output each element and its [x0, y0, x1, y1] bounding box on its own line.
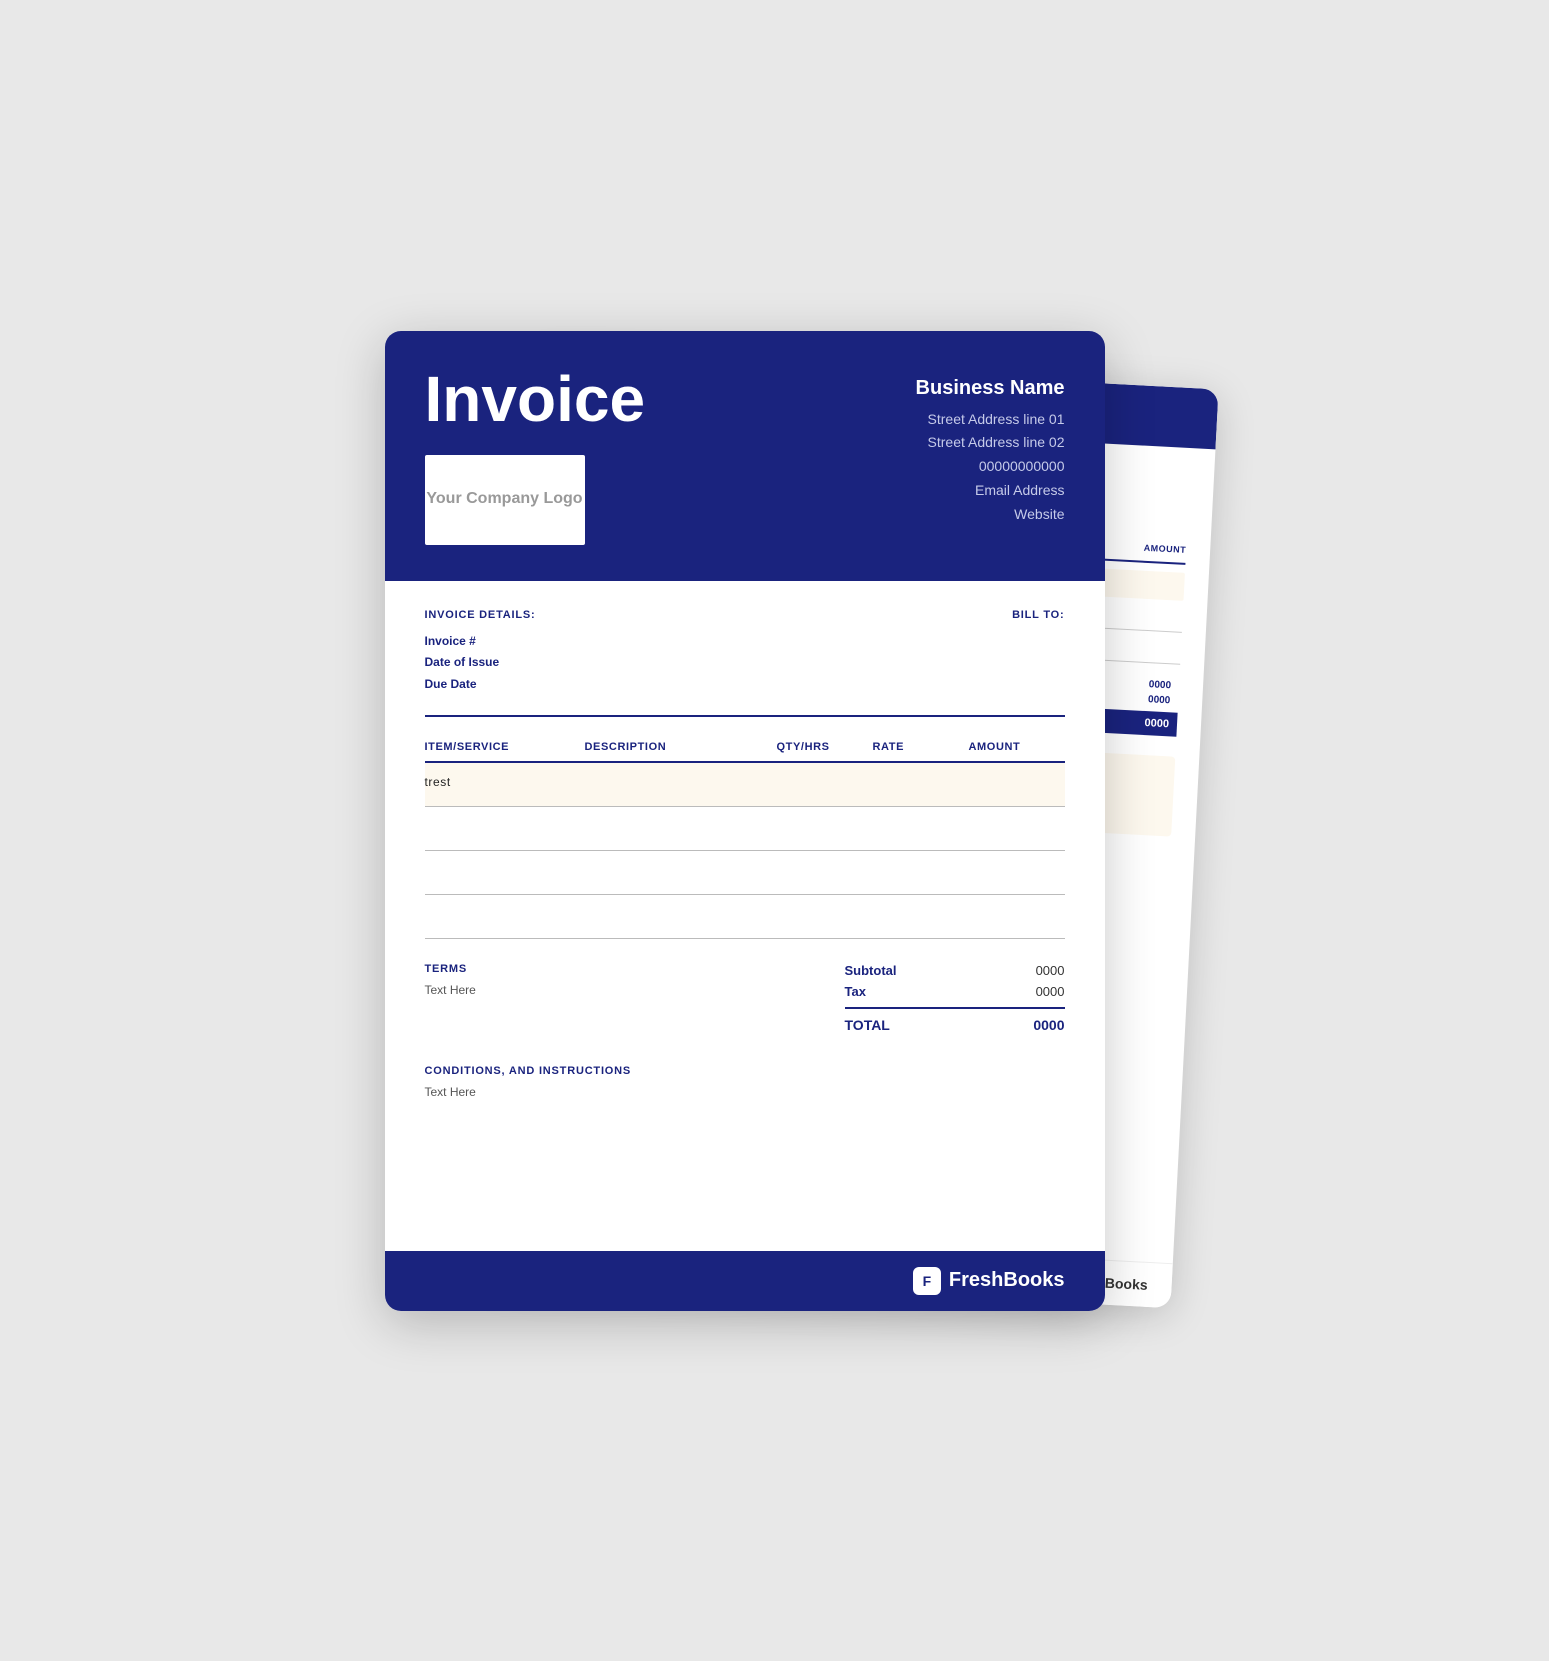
invoice-card-front: Invoice Your Company Logo Business Name …: [385, 331, 1105, 1311]
row2-amount: [969, 819, 1065, 838]
divider-1: [425, 715, 1065, 717]
row3-amount: [969, 863, 1065, 882]
business-info: Street Address line 01 Street Address li…: [916, 408, 1065, 527]
back-total-value: 0000: [1144, 717, 1169, 730]
row1-rate: [873, 775, 969, 794]
business-name: Business Name: [916, 377, 1065, 400]
subtotal-row: Subtotal 0000: [845, 963, 1065, 978]
back-tax-value: 0000: [1147, 694, 1170, 706]
row4-qty: [777, 907, 873, 926]
freshbooks-text: FreshBooks: [949, 1269, 1065, 1292]
items-table: ITEM/SERVICE DESCRIPTION QTY/HRS RATE AM…: [425, 741, 1065, 939]
tax-row: Tax 0000: [845, 984, 1065, 999]
front-footer: F FreshBooks: [385, 1251, 1105, 1311]
row4-item: [425, 907, 585, 926]
invoice-details-left: INVOICE DETAILS: Invoice # Date of Issue…: [425, 609, 536, 696]
due-date-label: Due Date: [425, 674, 536, 696]
total-final-row: TOTAL 0000: [845, 1017, 1065, 1033]
row3-qty: [777, 863, 873, 882]
back-subtotal-value: 0000: [1148, 679, 1171, 691]
terms-label: TERMS: [425, 963, 476, 975]
row3-rate: [873, 863, 969, 882]
invoice-title: Invoice: [425, 367, 646, 431]
col-desc-header: DESCRIPTION: [585, 741, 777, 753]
row2-desc: [585, 819, 777, 838]
table-row-2: [425, 807, 1065, 851]
table-row-3: [425, 851, 1065, 895]
row1-item: trest: [425, 775, 585, 794]
row3-item: [425, 863, 585, 882]
totals-section: Subtotal 0000 Tax 0000 TOTAL 0000: [845, 963, 1065, 1033]
row1-qty: [777, 775, 873, 794]
invoice-details-label: INVOICE DETAILS:: [425, 609, 536, 621]
col-item-header: ITEM/SERVICE: [425, 741, 585, 753]
details-section: INVOICE DETAILS: Invoice # Date of Issue…: [425, 609, 1065, 696]
invoice-number-label: Invoice #: [425, 631, 536, 653]
scene: INVOICE DETAILS: Invoice # 0000 Date of …: [385, 331, 1165, 1331]
email: Email Address: [916, 479, 1065, 503]
table-row-1: trest: [425, 763, 1065, 807]
conditions-text: Text Here: [425, 1085, 1065, 1099]
address-line1: Street Address line 01: [916, 408, 1065, 432]
row4-desc: [585, 907, 777, 926]
terms-section: TERMS Text Here: [425, 963, 476, 1033]
table-header-row: ITEM/SERVICE DESCRIPTION QTY/HRS RATE AM…: [425, 741, 1065, 763]
bill-to: BILL TO:: [1012, 609, 1064, 696]
total-label: TOTAL: [845, 1017, 890, 1033]
phone: 00000000000: [916, 455, 1065, 479]
table-row-4: [425, 895, 1065, 939]
row2-qty: [777, 819, 873, 838]
row2-item: [425, 819, 585, 838]
back-amount-col: AMOUNT: [1143, 542, 1186, 554]
row4-rate: [873, 907, 969, 926]
header-left: Invoice Your Company Logo: [425, 367, 646, 545]
front-header: Invoice Your Company Logo Business Name …: [385, 331, 1105, 581]
conditions-label: CONDITIONS, AND INSTRUCTIONS: [425, 1065, 1065, 1077]
row4-amount: [969, 907, 1065, 926]
col-amount-header: AMOUNT: [969, 741, 1065, 753]
front-body: INVOICE DETAILS: Invoice # Date of Issue…: [385, 581, 1105, 1152]
terms-text: Text Here: [425, 983, 476, 997]
conditions-section: CONDITIONS, AND INSTRUCTIONS Text Here: [425, 1065, 1065, 1099]
freshbooks-logo: F FreshBooks: [913, 1267, 1065, 1295]
bottom-section: TERMS Text Here Subtotal 0000 Tax 0000 T…: [425, 963, 1065, 1033]
logo-box: Your Company Logo: [425, 455, 585, 545]
row1-desc: [585, 775, 777, 794]
bill-to-label: BILL TO:: [1012, 609, 1064, 621]
tax-value: 0000: [1036, 984, 1065, 999]
freshbooks-icon: F: [913, 1267, 941, 1295]
row3-desc: [585, 863, 777, 882]
logo-text: Your Company Logo: [426, 489, 582, 510]
address-line2: Street Address line 02: [916, 431, 1065, 455]
header-right: Business Name Street Address line 01 Str…: [916, 367, 1065, 527]
subtotal-value: 0000: [1036, 963, 1065, 978]
total-value: 0000: [1033, 1017, 1064, 1033]
col-qty-header: QTY/HRS: [777, 741, 873, 753]
col-rate-header: RATE: [873, 741, 969, 753]
total-divider: [845, 1007, 1065, 1009]
subtotal-label: Subtotal: [845, 963, 897, 978]
tax-label: Tax: [845, 984, 866, 999]
date-of-issue-label: Date of Issue: [425, 652, 536, 674]
row1-amount: [969, 775, 1065, 794]
row2-rate: [873, 819, 969, 838]
website: Website: [916, 503, 1065, 527]
